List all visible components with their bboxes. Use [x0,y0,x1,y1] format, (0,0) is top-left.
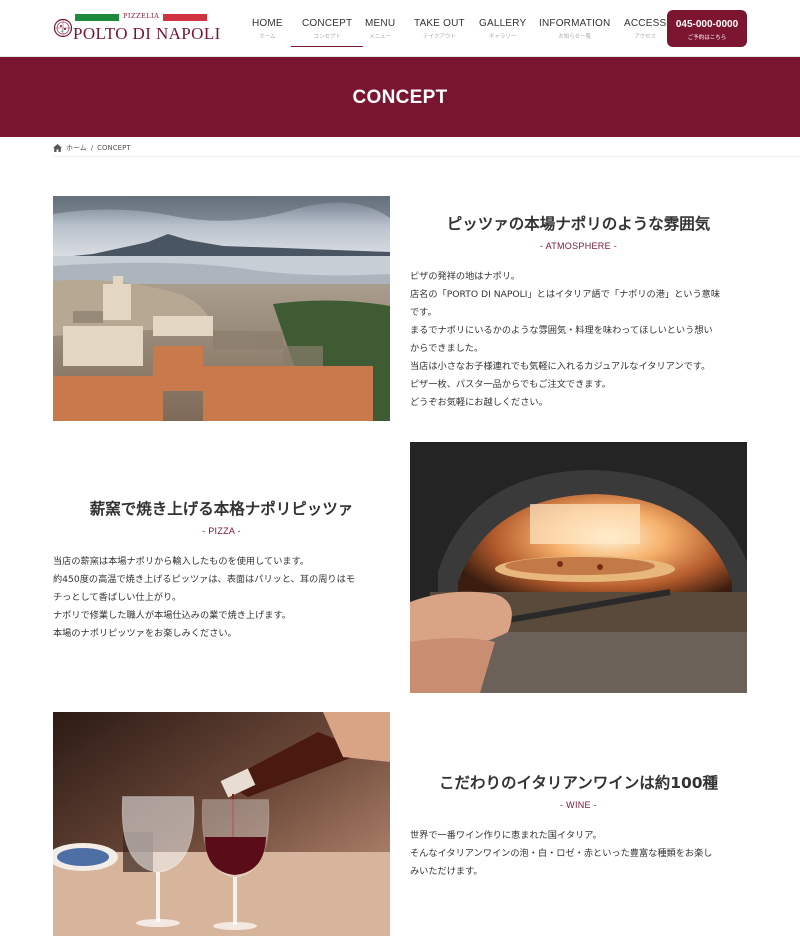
logo-title: POLTO DI NAPOLI [73,24,221,43]
logo-flag-stripe-red [163,14,207,21]
pizza-oven-photo [410,442,747,693]
body-line: ピザ一枚、パスタ一品からでもご注文できます。 [410,379,611,390]
nav-sublabel: コンセプト [313,34,341,40]
nav-item-information[interactable]: INFORMATION お知らせ一覧 [539,18,610,40]
reservation-phone-button[interactable]: 045-000-0000 ご予約はこちら [667,10,747,47]
naples-photo [53,196,390,421]
body-line: 当店は小さなお子様連れでも気軽に入れるカジュアルなイタリアンです。 [410,361,711,372]
section-tag: - WINE - [560,800,597,810]
nav-sublabel: テイクアウト [422,34,456,40]
breadcrumb: ホーム / CONCEPT [53,137,800,157]
body-line: 本場のナポリピッツァをお楽しみください。 [53,628,237,639]
body-line: チっとして香ばしい仕上がり。 [53,592,182,603]
nav-label: TAKE OUT [414,18,465,29]
logo-flag-stripe-green [75,14,119,21]
body-line: 店名の「PORTO DI NAPOLI」とはイタリア語で「ナポリの港」という意味 [410,289,721,300]
nav-sublabel: メニュー [369,34,392,40]
body-line: 世界で一番ワイン作りに恵まれた国イタリア。 [410,830,602,841]
section-title: 薪窯で焼き上げる本格ナポリピッツァ [89,500,354,518]
nav-item-access[interactable]: ACCESS アクセス [624,18,666,40]
section-body: ピザの発祥の地はナポリ。 店名の「PORTO DI NAPOLI」とはイタリア語… [410,268,747,412]
nav-label: MENU [365,18,396,29]
nav-sublabel: アクセス [634,34,657,40]
nav-item-concept[interactable]: CONCEPT コンセプト [290,18,364,47]
nav-sublabel: ホーム [259,34,276,40]
site-logo[interactable]: PIZZELIA POLTO DI NAPOLI [53,12,220,44]
breadcrumb-current: CONCEPT [97,144,131,152]
nav-sublabel: ギャラリー [488,34,517,40]
section-atmosphere: ピッツァの本場ナポリのような雰囲気 - ATMOSPHERE - ピザの発祥の地… [410,212,747,412]
section-title: こだわりのイタリアンワインは約100種 [438,774,719,792]
phone-number: 045-000-0000 [675,19,739,30]
section-wine: こだわりのイタリアンワインは約100種 - WINE - 世界で一番ワイン作りに… [410,771,747,881]
nav-item-takeout[interactable]: TAKE OUT テイクアウト [414,18,465,40]
body-line: そんなイタリアンワインの泡・白・ロゼ・赤といった豊富な種類をお楽し [410,848,713,859]
body-line: です。 [410,307,437,318]
section-body: 世界で一番ワイン作りに恵まれた国イタリア。 そんなイタリアンワインの泡・白・ロゼ… [410,827,747,881]
nav-label: ACCESS [624,18,667,29]
nav-item-home[interactable]: HOME ホーム [252,18,283,40]
breadcrumb-separator: / [90,144,94,152]
nav-label: CONCEPT [302,18,353,29]
body-line: みいただけます。 [410,866,483,877]
section-pizza: 薪窯で焼き上げる本格ナポリピッツァ - PIZZA - 当店の薪窯は本場ナポリか… [53,497,390,643]
body-line: ナポリで修業した職人が本場仕込みの業で焼き上げます。 [53,610,291,621]
page-title: CONCEPT [352,87,448,108]
section-title: ピッツァの本場ナポリのような雰囲気 [446,215,711,233]
logo-subtitle: PIZZELIA [123,12,160,20]
body-line: 当店の薪窯は本場ナポリから輸入したものを使用しています。 [53,556,310,567]
body-line: からできました。 [410,343,484,354]
nav-label: GALLERY [479,18,527,29]
reservation-note: ご予約はこちら [687,35,727,41]
nav-label: HOME [252,18,283,29]
site-header: PIZZELIA POLTO DI NAPOLI HOME ホーム CONCEP… [0,0,800,57]
body-line: 約450度の高温で焼き上げるピッツァは、表面はパリッと、耳の周りはモ [53,574,355,585]
page-banner: CONCEPT [0,57,800,137]
nav-label: INFORMATION [539,18,611,29]
section-tag: - ATMOSPHERE - [539,241,618,251]
home-icon [53,144,62,152]
body-line: ピザの発祥の地はナポリ。 [410,271,520,282]
breadcrumb-home-link[interactable]: ホーム [66,143,87,153]
nav-sublabel: お知らせ一覧 [558,34,592,40]
wine-photo [53,712,390,936]
section-body: 当店の薪窯は本場ナポリから輸入したものを使用しています。 約450度の高温で焼き… [53,553,390,643]
body-line: どうぞお気軽にお越しください。 [410,397,548,408]
pizza-logo-icon [53,18,73,38]
nav-item-gallery[interactable]: GALLERY ギャラリー [479,18,526,40]
nav-item-menu[interactable]: MENU メニュー [365,18,395,40]
body-line: まるでナポリにいるかのような雰囲気・料理を味わってほしいという想い [410,325,713,336]
section-tag: - PIZZA - [202,526,241,536]
